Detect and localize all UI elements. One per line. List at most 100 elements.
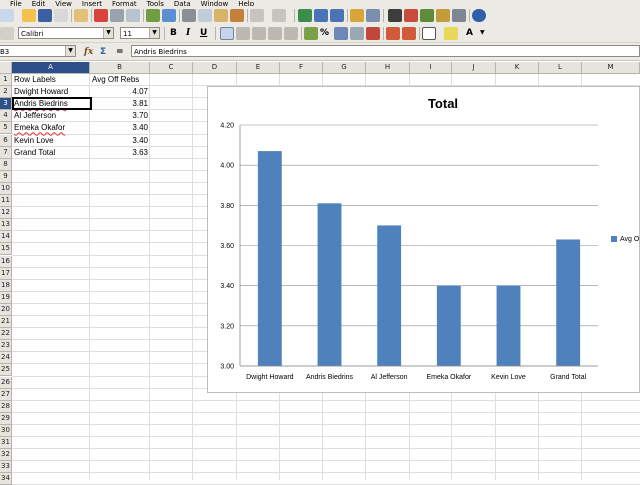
- align-center-icon[interactable]: [236, 27, 250, 40]
- value-cell[interactable]: 4.07: [92, 86, 148, 98]
- row-header[interactable]: 28: [0, 400, 12, 413]
- row-header[interactable]: 23: [0, 340, 12, 353]
- cell-a1-header[interactable]: Row Labels: [14, 74, 89, 86]
- column-header-g[interactable]: G: [323, 62, 366, 74]
- sort-ascending-icon[interactable]: [314, 9, 328, 22]
- edit-file-icon[interactable]: [74, 9, 88, 22]
- undo-icon[interactable]: [250, 9, 264, 22]
- paste-icon[interactable]: [214, 9, 228, 22]
- add-decimal-icon[interactable]: [350, 27, 364, 40]
- column-header-m[interactable]: M: [582, 62, 640, 74]
- spellcheck-icon[interactable]: [146, 9, 160, 22]
- row-header[interactable]: 18: [0, 279, 12, 292]
- row-header[interactable]: 16: [0, 255, 12, 268]
- find-replace-icon[interactable]: [388, 9, 402, 22]
- row-header[interactable]: 24: [0, 352, 12, 365]
- justify-icon[interactable]: [268, 27, 282, 40]
- autospell-icon[interactable]: [162, 9, 176, 22]
- bold-icon[interactable]: B: [170, 27, 177, 39]
- currency-icon[interactable]: [304, 27, 318, 40]
- column-header-d[interactable]: D: [193, 62, 237, 74]
- column-header-l[interactable]: L: [539, 62, 582, 74]
- row-header[interactable]: 22: [0, 328, 12, 341]
- sort-descending-icon[interactable]: [330, 9, 344, 22]
- cell-b1-header[interactable]: Avg Off Rebs: [92, 74, 147, 86]
- font-color-icon[interactable]: A: [466, 27, 473, 39]
- row-header[interactable]: 19: [0, 291, 12, 304]
- chevron-down-icon[interactable]: ▼: [103, 28, 113, 38]
- font-name-combo[interactable]: Calibri ▼: [18, 27, 114, 39]
- standard-format-icon[interactable]: [334, 27, 348, 40]
- column-header-j[interactable]: J: [452, 62, 496, 74]
- delete-decimal-icon[interactable]: [366, 27, 380, 40]
- merge-cells-icon[interactable]: [284, 27, 298, 40]
- background-color-icon[interactable]: [444, 27, 458, 40]
- column-header-f[interactable]: F: [280, 62, 323, 74]
- navigator-icon[interactable]: [404, 9, 418, 22]
- column-header-i[interactable]: I: [410, 62, 452, 74]
- redo-icon[interactable]: [272, 9, 286, 22]
- row-header[interactable]: 3: [0, 98, 12, 111]
- row-header[interactable]: 7: [0, 146, 12, 159]
- row-header[interactable]: 32: [0, 449, 12, 462]
- value-cell[interactable]: 3.63: [92, 147, 148, 159]
- zoom-icon[interactable]: [452, 9, 466, 22]
- row-header[interactable]: 4: [0, 110, 12, 123]
- row-header[interactable]: 21: [0, 316, 12, 328]
- row-header[interactable]: 25: [0, 364, 12, 377]
- chevron-down-icon[interactable]: ▼: [149, 28, 159, 38]
- row-label-cell[interactable]: Al Jefferson: [14, 110, 89, 122]
- function-wizard-icon[interactable]: fx: [84, 46, 93, 58]
- chart[interactable]: Total 3.00 3.20 3.40 3.60 3.80 4.00 4.20 Dwight…: [207, 86, 640, 393]
- value-cell[interactable]: 3.70: [92, 110, 148, 122]
- value-cell[interactable]: 3.40: [92, 135, 148, 147]
- help-icon[interactable]: [472, 9, 486, 22]
- row-header[interactable]: 12: [0, 207, 12, 220]
- row-header[interactable]: 33: [0, 461, 12, 474]
- open-icon[interactable]: [22, 9, 36, 22]
- row-label-cell[interactable]: Grand Total: [14, 147, 89, 159]
- row-header[interactable]: 5: [0, 122, 12, 135]
- column-header-a[interactable]: A: [12, 62, 90, 74]
- value-cell[interactable]: 3.81: [92, 98, 148, 110]
- formula-input[interactable]: Andris Biedrins: [131, 45, 640, 57]
- row-header[interactable]: 13: [0, 219, 12, 232]
- chevron-down-icon[interactable]: ▼: [480, 27, 485, 39]
- row-header[interactable]: 30: [0, 424, 12, 437]
- styles-icon[interactable]: [0, 27, 14, 40]
- value-cell[interactable]: 3.40: [92, 122, 148, 134]
- name-box[interactable]: B3 ▼: [0, 45, 76, 57]
- equals-icon[interactable]: =: [116, 46, 124, 58]
- save-icon[interactable]: [38, 9, 52, 22]
- row-header[interactable]: 17: [0, 267, 12, 280]
- row-header[interactable]: 31: [0, 437, 12, 449]
- align-right-icon[interactable]: [252, 27, 266, 40]
- pivot-table-icon[interactable]: [366, 9, 380, 22]
- column-header-e[interactable]: E: [237, 62, 280, 74]
- percent-icon[interactable]: %: [320, 27, 329, 39]
- borders-icon[interactable]: [422, 27, 436, 40]
- cut-icon[interactable]: [182, 9, 196, 22]
- underline-icon[interactable]: U: [200, 27, 207, 39]
- insert-chart-icon[interactable]: [350, 9, 364, 22]
- row-header[interactable]: 8: [0, 158, 12, 171]
- align-left-icon[interactable]: [220, 27, 234, 40]
- format-paintbrush-icon[interactable]: [230, 9, 244, 22]
- row-header[interactable]: 9: [0, 170, 12, 183]
- export-pdf-icon[interactable]: [94, 9, 108, 22]
- chevron-down-icon[interactable]: ▼: [65, 46, 75, 56]
- print-preview-icon[interactable]: [126, 9, 140, 22]
- sum-icon[interactable]: Σ: [100, 46, 106, 58]
- column-header-b[interactable]: B: [90, 62, 150, 74]
- row-label-cell[interactable]: Kevin Love: [14, 135, 89, 147]
- new-document-icon[interactable]: [0, 9, 14, 22]
- column-header-k[interactable]: K: [496, 62, 539, 74]
- row-header[interactable]: 29: [0, 412, 12, 425]
- font-size-combo[interactable]: 11 ▼: [120, 27, 160, 39]
- gallery-icon[interactable]: [420, 9, 434, 22]
- row-header[interactable]: 20: [0, 303, 12, 316]
- row-header[interactable]: 10: [0, 182, 12, 195]
- row-header[interactable]: 26: [0, 376, 12, 389]
- column-header-h[interactable]: H: [366, 62, 410, 74]
- email-icon[interactable]: [54, 9, 68, 22]
